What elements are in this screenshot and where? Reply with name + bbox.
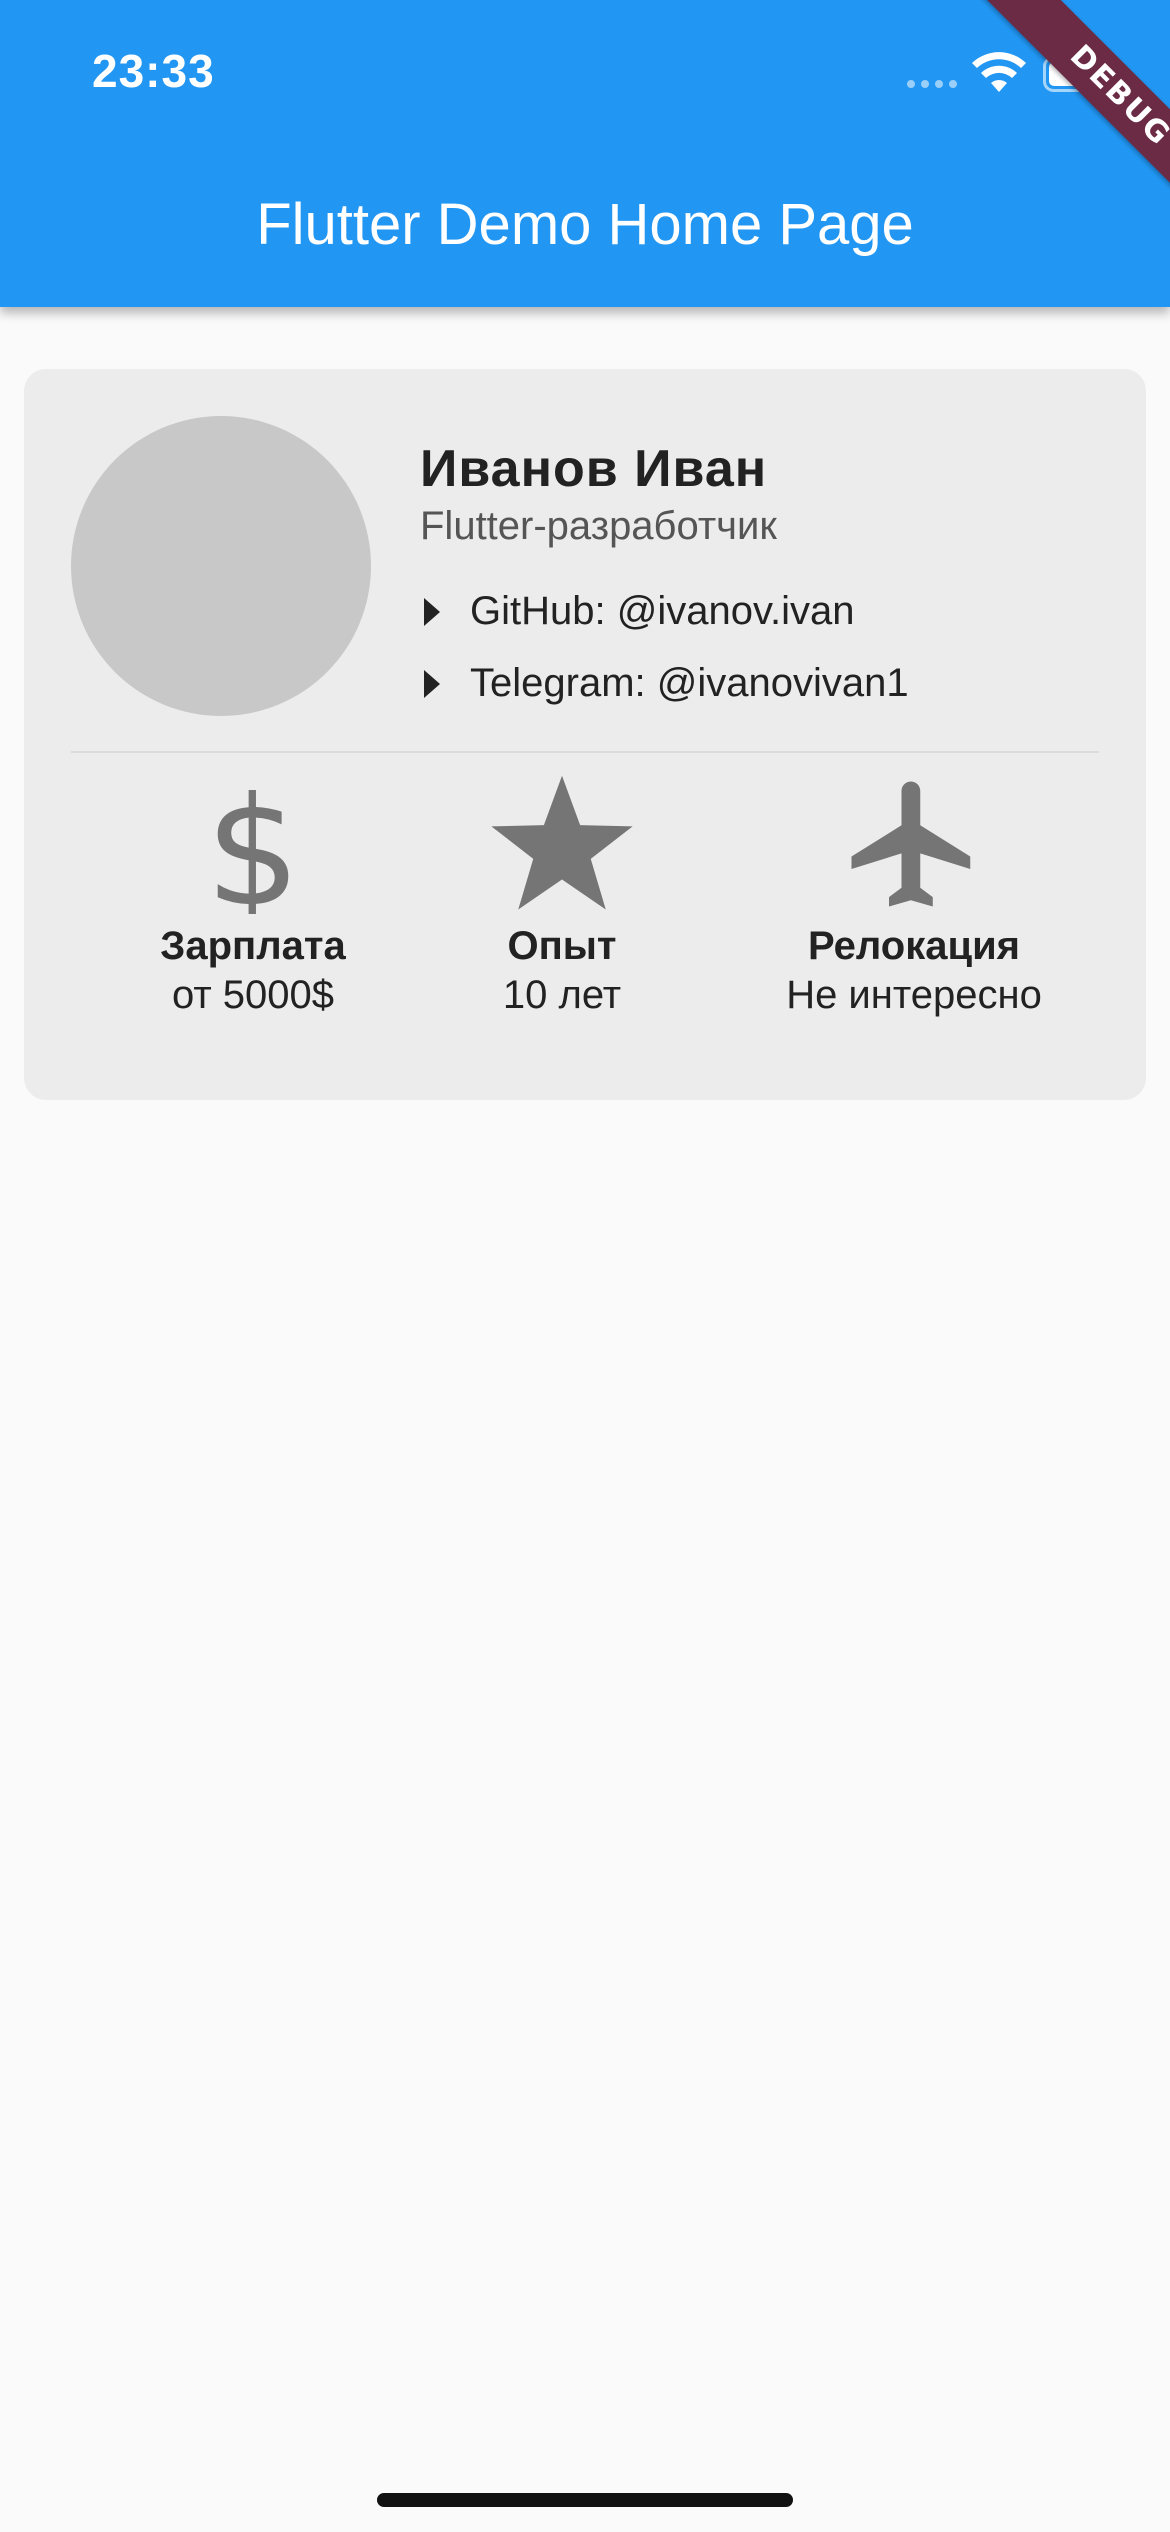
profile-role: Flutter-разработчик [420,504,777,548]
dollar-icon: $ [83,769,423,919]
status-time: 23:33 [92,45,215,97]
stat-salary: $ Зарплата от 5000$ [83,769,423,1020]
stat-experience: Опыт 10 лет [392,769,732,1020]
profile-card: Иванов Иван Flutter-разработчик GitHub: … [24,369,1146,1100]
divider [71,751,1099,753]
debug-banner-label: DEBUG [981,0,1170,235]
stat-salary-value: от 5000$ [171,973,335,1017]
avatar [71,416,371,716]
arrow-right-icon [424,597,440,626]
stat-salary-title: Зарплата [160,924,346,968]
stat-relocation-title: Релокация [807,924,1021,968]
stat-relocation-value: Не интересно [786,973,1042,1017]
star-icon [392,769,732,919]
telegram-link-label: Telegram: @ivanovivan1 [470,661,909,705]
debug-banner: DEBUG [930,0,1170,240]
arrow-right-icon [424,669,440,698]
airplane-icon [724,769,1104,919]
stat-relocation: Релокация Не интересно [724,769,1104,1020]
svg-text:$: $ [205,774,300,914]
github-link-label: GitHub: @ivanov.ivan [470,589,855,633]
github-link[interactable]: GitHub: @ivanov.ivan [424,589,854,634]
stat-experience-value: 10 лет [502,973,622,1017]
home-indicator[interactable] [377,2493,793,2507]
stat-experience-title: Опыт [507,924,617,968]
telegram-link[interactable]: Telegram: @ivanovivan1 [424,661,909,706]
profile-name: Иванов Иван [420,440,768,498]
